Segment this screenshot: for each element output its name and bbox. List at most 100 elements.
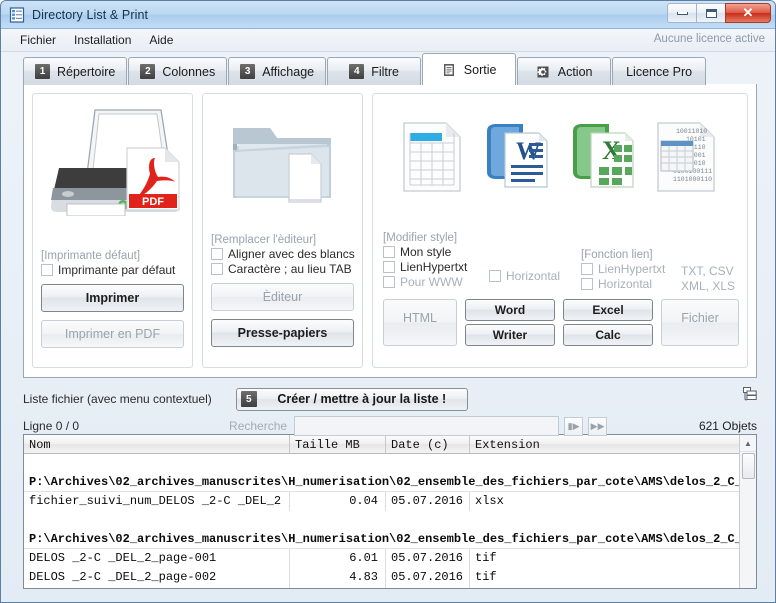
- checkbox-horizontal-middle[interactable]: Horizontal: [489, 269, 581, 283]
- scroll-up-icon[interactable]: ▲: [740, 435, 756, 452]
- word-button[interactable]: Word: [465, 299, 555, 321]
- context-menu-icon[interactable]: [743, 387, 757, 401]
- html-table-icon[interactable]: [402, 121, 464, 196]
- checkbox-box: [581, 278, 593, 290]
- tab-colonnes[interactable]: 2 Colonnes: [128, 57, 228, 85]
- editor-button[interactable]: Èditeur: [211, 283, 354, 311]
- cell-size: 0.04: [290, 492, 386, 511]
- maximize-icon: [705, 8, 717, 18]
- checkbox-box: [211, 248, 223, 260]
- cell-extension: tif: [475, 570, 497, 584]
- table-row[interactable]: fichier_suivi_num_DELOS _2-C _DEL_2 0.04…: [24, 492, 739, 511]
- cell-size: 5.21: [290, 587, 386, 588]
- style-group-label: [Modifier style]: [383, 232, 458, 244]
- maximize-button[interactable]: [696, 3, 725, 23]
- folder-document-icon[interactable]: [211, 102, 354, 222]
- tab-label: Action: [557, 64, 593, 79]
- checkbox-box: [211, 263, 223, 275]
- print-button[interactable]: Imprimer: [41, 284, 184, 312]
- cell-date: 05.07.2016: [386, 492, 470, 511]
- close-button[interactable]: ✕: [725, 3, 771, 23]
- tab-number: 4: [349, 64, 365, 79]
- clipboard-button[interactable]: Presse-papiers: [211, 319, 354, 347]
- tab-label: Filtre: [371, 64, 399, 79]
- checkbox-box: [581, 263, 593, 275]
- app-list-icon: [9, 6, 25, 23]
- window-title: Directory List & Print: [32, 7, 149, 22]
- tab-filtre[interactable]: 4 Filtre: [327, 57, 422, 85]
- object-count: 621 Objets: [698, 419, 757, 433]
- tab-number: 1: [35, 64, 50, 79]
- cell-size: 6.01: [290, 549, 386, 568]
- tab-number: 3: [240, 64, 256, 79]
- checkbox-box: [383, 246, 395, 258]
- table-row[interactable]: DELOS _2-C _DEL_2_page-001 6.01 05.07.20…: [24, 549, 739, 568]
- tab-action[interactable]: Action: [517, 57, 612, 85]
- excel-button[interactable]: Excel: [563, 299, 653, 321]
- gear-icon: [536, 64, 551, 79]
- printer-pdf-icon[interactable]: PDF: [41, 102, 184, 222]
- checkbox-horizontal-right[interactable]: Horizontal: [581, 277, 681, 291]
- file-button[interactable]: Fichier: [661, 299, 739, 346]
- tab-label: Colonnes: [162, 64, 216, 79]
- checkbox-for-www[interactable]: Pour WWW: [383, 275, 489, 289]
- app-window: Directory List & Print ✕ Fichier Install…: [0, 0, 776, 603]
- play-last-icon[interactable]: ▶▶: [588, 416, 608, 436]
- checkbox-box: [383, 276, 395, 288]
- list-item: [24, 511, 739, 530]
- print-pdf-button[interactable]: Imprimer en PDF: [41, 320, 184, 348]
- list-item-path[interactable]: P:\Archives\02_archives_manuscrites\H_nu…: [24, 473, 739, 492]
- minimize-button[interactable]: [667, 3, 696, 23]
- license-status: Aucune licence active: [653, 33, 765, 45]
- table-row[interactable]: DELOS _2-C _DEL_2_page-002 4.83 05.07.20…: [24, 568, 739, 587]
- tab-bar: 1 Répertoire 2 Colonnes 3 Affichage 4 Fi…: [1, 52, 775, 85]
- data-file-icon[interactable]: 10011010 10101 10110 11001 10010 0100100…: [656, 121, 718, 196]
- checkbox-label: Imprimante par défaut: [58, 263, 176, 277]
- cell-name: fichier_suivi_num_DELOS _2-C _DEL_2: [24, 492, 290, 511]
- editor-panel: [Remplacer l'èditeur] Aligner avec des b…: [202, 93, 363, 368]
- checkbox-align-blanks[interactable]: Aligner avec des blancs: [211, 247, 355, 261]
- tab-repertoire[interactable]: 1 Répertoire: [23, 57, 128, 85]
- menu-item-aide[interactable]: Aide: [140, 31, 182, 49]
- menu-bar: Fichier Installation Aide Aucune licence…: [1, 29, 775, 52]
- format-line-1: TXT, CSV: [681, 264, 734, 278]
- search-input[interactable]: [294, 416, 560, 436]
- checkbox-my-style[interactable]: Mon style: [383, 245, 489, 259]
- cell-name: DELOS _2-C _DEL_2_page-003: [24, 587, 290, 588]
- scrollbar-thumb[interactable]: [742, 453, 755, 479]
- menu-item-fichier[interactable]: Fichier: [11, 31, 65, 49]
- checkbox-label: Mon style: [400, 245, 452, 259]
- table-row[interactable]: DELOS _2-C _DEL_2_page-003 5.21 05.07.20…: [24, 587, 739, 588]
- minimize-icon: [676, 11, 688, 15]
- vertical-scrollbar[interactable]: ▲: [739, 435, 756, 588]
- checkbox-hyperlink-right[interactable]: LienHypertxt: [581, 262, 681, 276]
- html-button[interactable]: HTML: [383, 299, 457, 346]
- tab-label: Licence Pro: [626, 64, 693, 79]
- excel-icon[interactable]: X: [569, 121, 637, 196]
- checkbox-default-printer[interactable]: Imprimante par défaut: [41, 263, 184, 277]
- writer-button[interactable]: Writer: [465, 324, 555, 346]
- svg-text:1101000110: 1101000110: [673, 176, 712, 183]
- line-counter: Ligne 0 / 0: [23, 419, 80, 433]
- word-icon[interactable]: W: [483, 121, 551, 196]
- list-item-path[interactable]: P:\Archives\02_archives_manuscrites\H_nu…: [24, 530, 739, 549]
- tab-licence-pro[interactable]: Licence Pro: [612, 57, 707, 85]
- checkbox-hyperlink-left[interactable]: LienHypertxt: [383, 260, 489, 274]
- tab-affichage[interactable]: 3 Affichage: [228, 57, 327, 85]
- create-update-list-button[interactable]: 5 Créer / mettre à jour la liste !: [235, 387, 468, 411]
- calc-button[interactable]: Calc: [563, 324, 653, 346]
- play-next-icon[interactable]: ▮▶: [564, 416, 584, 436]
- tab-number: 2: [140, 64, 156, 79]
- tab-sortie[interactable]: Sortie: [422, 53, 517, 85]
- create-list-row: Liste fichier (avec menu contextuel) 5 C…: [23, 386, 757, 412]
- checkbox-char-instead-tab[interactable]: Caractère ; au lieu TAB: [211, 262, 354, 276]
- step-number: 5: [240, 391, 257, 407]
- tab-label: Sortie: [463, 62, 497, 77]
- sortie-tab-panel: PDF [Imprimante défaut] Imprimante par d…: [23, 84, 757, 378]
- link-group-label: [Fonction lien]: [581, 249, 653, 261]
- checkbox-box: [489, 270, 501, 282]
- menu-item-installation[interactable]: Installation: [65, 31, 140, 49]
- search-row: Ligne 0 / 0 Recherche ▮▶ ▶▶ 621 Objets: [23, 414, 757, 438]
- tab-label: Répertoire: [57, 64, 116, 79]
- file-list-body: Nom Taille MB Date (c) Extension P:\Arch…: [24, 435, 739, 588]
